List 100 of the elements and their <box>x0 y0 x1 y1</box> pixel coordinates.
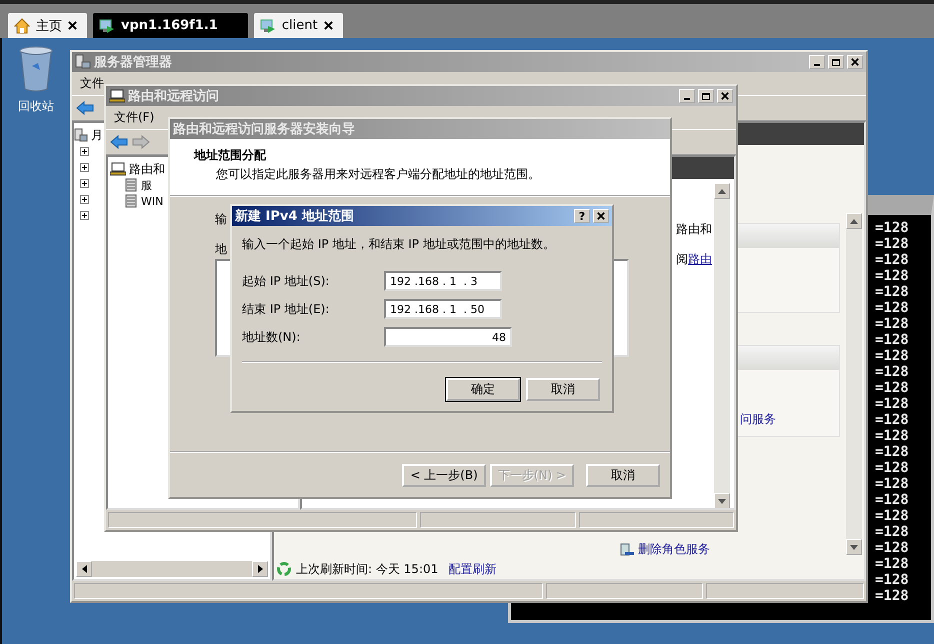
server-icon <box>124 178 138 192</box>
configure-refresh-link[interactable]: 配置刷新 <box>448 560 496 578</box>
terminal-line: =128 <box>875 540 909 556</box>
horizontal-scrollbar[interactable] <box>76 561 268 577</box>
triangle-left-icon <box>82 565 86 573</box>
browser-tab[interactable]: client <box>254 13 343 38</box>
terminal-line: =128 <box>875 220 909 236</box>
server-icon <box>75 54 91 70</box>
triangle-up-icon <box>850 218 858 224</box>
scroll-down-button[interactable] <box>846 539 862 555</box>
wizard-heading: 地址范围分配 <box>194 147 266 164</box>
minimize-button[interactable] <box>809 55 825 69</box>
ip-address-field[interactable]: 192 .168 . 1 . 3 <box>384 271 502 291</box>
terminal-line: =128 <box>875 508 909 524</box>
expand-icon[interactable] <box>80 194 89 204</box>
instruction-text: 输 <box>215 211 227 228</box>
description-text: 路由和 <box>676 221 712 238</box>
link[interactable]: 问服务 <box>740 411 776 428</box>
dialog-button[interactable]: 确定 <box>446 378 520 401</box>
server-icon <box>124 194 138 208</box>
tree-item[interactable]: 路由和 <box>129 160 165 178</box>
tree-item[interactable]: 服 <box>141 178 152 192</box>
tree-item[interactable]: WIN <box>141 194 164 208</box>
terminal-line: =128 <box>875 316 909 332</box>
back-arrow-icon[interactable] <box>76 101 94 115</box>
expand-icon[interactable] <box>80 178 89 188</box>
terminal-line: =128 <box>875 572 909 588</box>
browser-tab[interactable]: 主页 <box>8 13 87 38</box>
terminal-line: =128 <box>875 588 909 604</box>
terminal-line: =128 <box>875 284 909 300</box>
terminal-line: =128 <box>875 556 909 572</box>
menu-item[interactable]: 文件(F) <box>114 109 154 126</box>
monitor-icon <box>99 18 115 34</box>
terminal-line: =128 <box>875 412 909 428</box>
monitor-icon <box>260 18 276 34</box>
field-label: 结束 IP 地址(E): <box>242 300 330 318</box>
wizard-button[interactable]: 取消 <box>586 464 660 486</box>
terminal-line: =128 <box>875 236 909 252</box>
routing-link[interactable]: 路由 <box>688 252 712 266</box>
terminal-line: =128 <box>875 332 909 348</box>
expand-icon[interactable] <box>80 162 89 172</box>
close-icon[interactable] <box>721 92 729 100</box>
field-label: 起始 IP 地址(S): <box>242 272 330 290</box>
address-count-field[interactable]: 48 <box>384 327 512 347</box>
terminal-line: =128 <box>875 444 909 460</box>
terminal-line: =128 <box>875 364 909 380</box>
scroll-left-button[interactable] <box>76 561 92 577</box>
instruction-text: 输入一个起始 IP 地址，和结束 IP 地址或范围中的地址数。 <box>242 236 556 253</box>
close-icon[interactable] <box>68 21 77 30</box>
maximize-button[interactable] <box>828 55 844 69</box>
refresh-icon[interactable] <box>276 561 292 577</box>
tree-item[interactable]: 月 <box>91 126 103 144</box>
scroll-up-button[interactable] <box>846 213 862 229</box>
terminal-line: =128 <box>875 476 909 492</box>
maximize-button[interactable] <box>698 89 714 103</box>
scroll-right-button[interactable] <box>252 561 268 577</box>
browser-tab[interactable]: vpn1.169f1.1 <box>93 13 248 38</box>
triangle-down-icon <box>850 544 858 550</box>
scroll-up-button[interactable] <box>714 183 730 199</box>
dialog-button[interactable]: 取消 <box>526 378 600 401</box>
triangle-right-icon <box>258 565 262 573</box>
help-button[interactable]: ? <box>574 209 590 223</box>
scrollbar[interactable] <box>846 213 862 555</box>
desktop-icon-label[interactable]: 回收站 <box>18 98 54 115</box>
home-icon <box>14 18 30 34</box>
terminal-line: =128 <box>875 396 909 412</box>
close-icon[interactable] <box>851 58 859 66</box>
menu-item[interactable]: 文件 <box>80 75 104 92</box>
terminal-line: =128 <box>875 268 909 284</box>
back-arrow-icon[interactable] <box>110 135 128 149</box>
minimize-button[interactable] <box>679 89 695 103</box>
description-text: 阅路由 <box>676 251 712 268</box>
close-icon[interactable] <box>324 21 333 30</box>
terminal-line: =128 <box>875 428 909 444</box>
window-title: 服务器管理器 <box>94 54 172 71</box>
scrollbar[interactable] <box>714 183 730 508</box>
triangle-down-icon <box>718 498 726 504</box>
terminal-line: =128 <box>875 460 909 476</box>
terminal-line: =128 <box>875 492 909 508</box>
close-icon[interactable] <box>597 212 605 220</box>
window-title: 路由和远程访问 <box>128 88 219 105</box>
wizard-button[interactable]: < 上一步(B) <box>402 464 486 486</box>
terminal-line: =128 <box>875 380 909 396</box>
terminal-line: =128 <box>875 300 909 316</box>
close-button[interactable] <box>593 209 609 223</box>
terminal-line: =128 <box>875 524 909 540</box>
refresh-time: 上次刷新时间: 今天 15:01 <box>296 560 438 578</box>
instruction-text: 地 <box>215 241 227 258</box>
terminal-line: =128 <box>875 348 909 364</box>
expand-icon[interactable] <box>80 210 89 220</box>
scroll-down-button[interactable] <box>714 493 730 508</box>
remove-icon <box>620 542 634 556</box>
close-button[interactable] <box>717 89 733 103</box>
recycle-bin-icon[interactable] <box>18 46 54 92</box>
ip-address-field[interactable]: 192 .168 . 1 . 50 <box>384 299 502 319</box>
close-button[interactable] <box>847 55 863 69</box>
task-link[interactable]: 删除角色服务 <box>638 541 710 558</box>
expand-icon[interactable] <box>80 146 89 156</box>
window-title: 路由和远程访问服务器安装向导 <box>173 120 355 138</box>
field-label: 地址数(N): <box>242 328 302 346</box>
